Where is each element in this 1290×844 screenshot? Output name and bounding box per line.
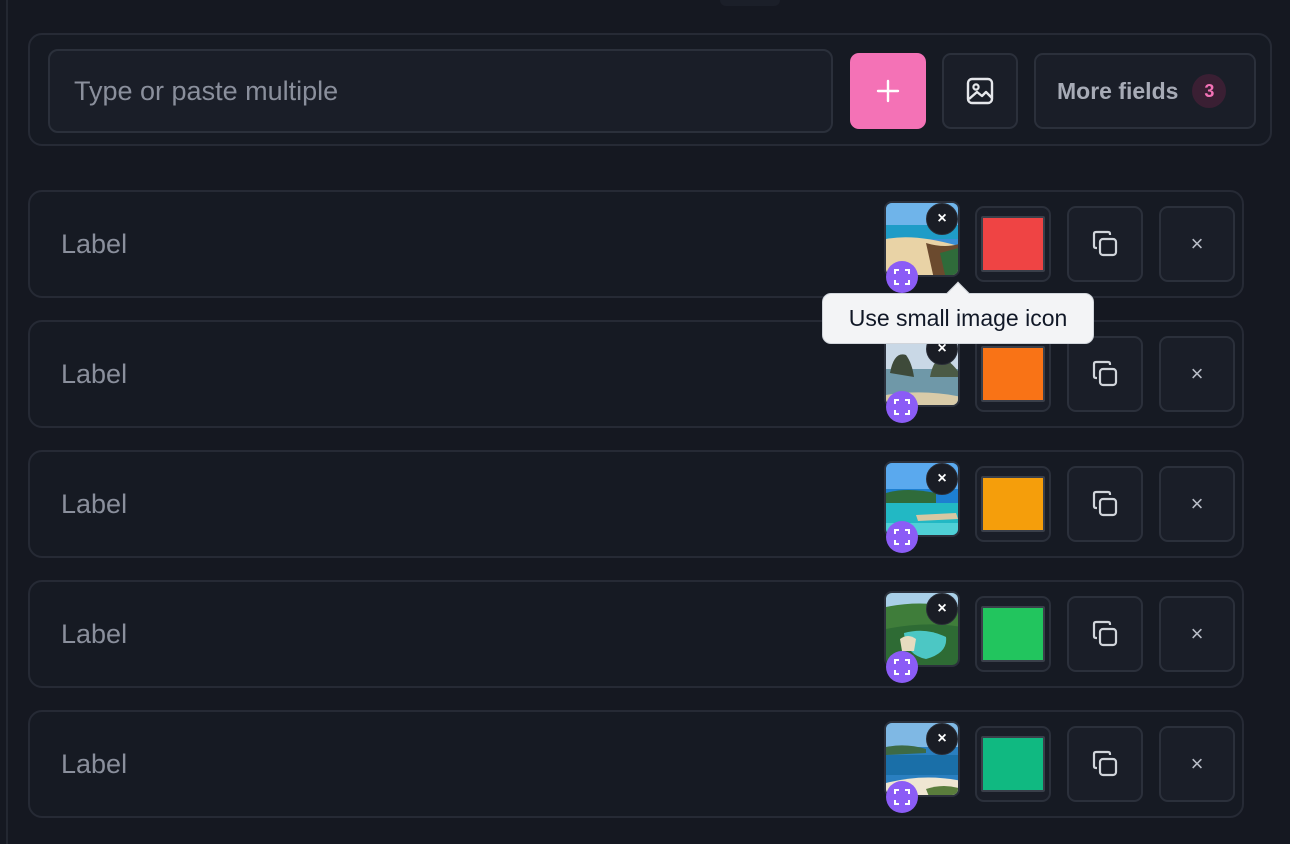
item-row: Label × × [28,450,1244,558]
color-swatch [981,346,1045,402]
delete-row-button[interactable]: × [1159,206,1235,282]
item-label[interactable]: Label [61,712,127,816]
expand-icon [894,529,910,545]
copy-icon [1092,620,1118,647]
image-icon [966,77,994,105]
item-image[interactable]: × [884,461,960,553]
remove-image-button[interactable]: × [926,463,958,495]
add-items-bar: More fields 3 [28,33,1272,146]
expand-image-button[interactable] [886,391,918,423]
item-image[interactable]: × [884,591,960,683]
more-fields-label: More fields [1057,77,1179,104]
remove-image-button[interactable]: × [926,593,958,625]
copy-icon [1092,360,1118,387]
close-icon: × [1190,751,1204,776]
expand-icon [894,789,910,805]
delete-row-button[interactable]: × [1159,596,1235,672]
remove-image-button[interactable]: × [926,723,958,755]
expand-image-button[interactable] [886,781,918,813]
expand-icon [894,659,910,675]
close-icon: × [937,470,947,487]
color-picker-button[interactable] [975,466,1051,542]
item-row: Label × × [28,710,1244,818]
color-picker-button[interactable] [975,596,1051,672]
close-icon: × [1190,491,1204,516]
delete-row-button[interactable]: × [1159,726,1235,802]
add-image-button[interactable] [942,53,1018,129]
item-image[interactable]: × [884,721,960,813]
left-divider [6,0,8,844]
item-label[interactable]: Label [61,192,127,296]
plus-icon [876,79,900,103]
more-fields-count-badge: 3 [1192,74,1227,108]
close-icon: × [937,210,947,227]
close-icon: × [1190,361,1204,386]
color-swatch [981,216,1045,272]
duplicate-button[interactable] [1067,206,1143,282]
close-icon: × [1190,231,1204,256]
expand-image-button[interactable] [886,261,918,293]
duplicate-button[interactable] [1067,596,1143,672]
close-icon: × [937,730,947,747]
expand-image-button[interactable] [886,521,918,553]
add-button[interactable] [850,53,926,129]
expand-icon [894,399,910,415]
duplicate-button[interactable] [1067,336,1143,412]
close-icon: × [937,600,947,617]
item-label[interactable]: Label [61,452,127,556]
item-image[interactable]: × [884,201,960,293]
item-row: Label × × [28,580,1244,688]
copy-icon [1092,230,1118,257]
color-picker-button[interactable] [975,336,1051,412]
item-label[interactable]: Label [61,582,127,686]
close-icon: × [1190,621,1204,646]
delete-row-button[interactable]: × [1159,466,1235,542]
delete-row-button[interactable]: × [1159,336,1235,412]
color-swatch [981,736,1045,792]
expand-image-button[interactable] [886,651,918,683]
item-label[interactable]: Label [61,322,127,426]
more-fields-button[interactable]: More fields 3 [1034,53,1256,129]
color-picker-button[interactable] [975,206,1051,282]
top-notch [720,0,780,6]
copy-icon [1092,490,1118,517]
remove-image-button[interactable]: × [926,203,958,235]
multi-entry-input[interactable] [48,49,833,133]
duplicate-button[interactable] [1067,466,1143,542]
color-swatch [981,476,1045,532]
item-row: Label × × [28,190,1244,298]
expand-icon [894,269,910,285]
color-picker-button[interactable] [975,726,1051,802]
duplicate-button[interactable] [1067,726,1143,802]
color-swatch [981,606,1045,662]
copy-icon [1092,750,1118,777]
